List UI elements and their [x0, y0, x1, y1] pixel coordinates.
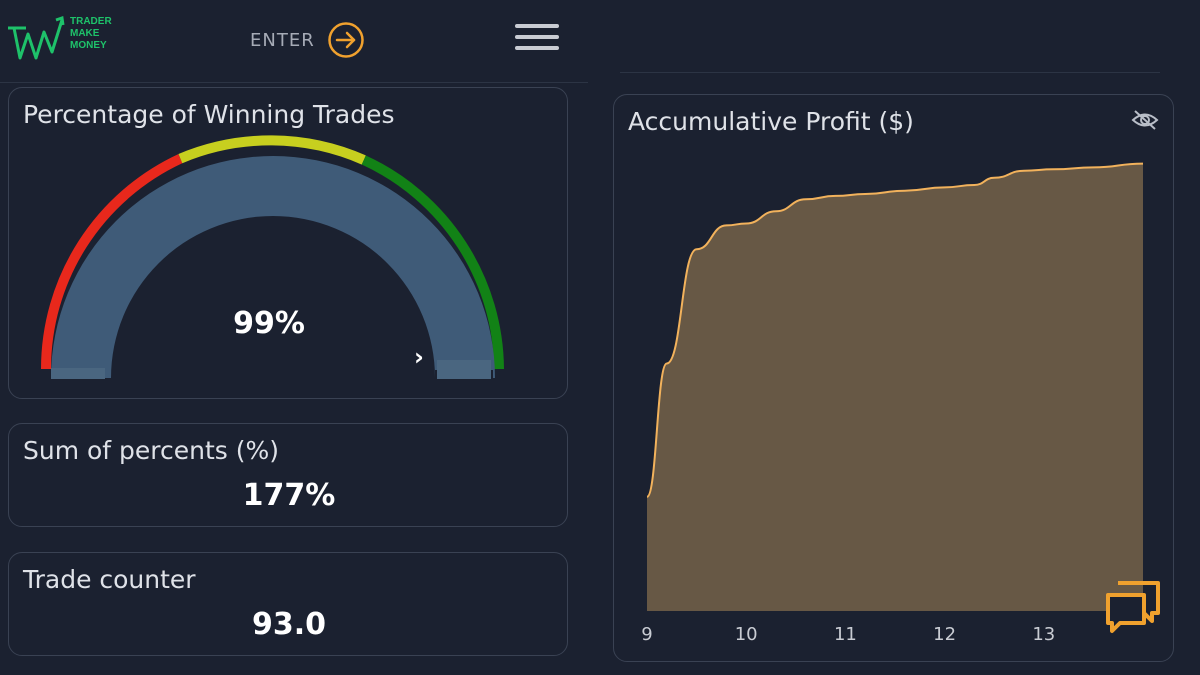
- hamburger-menu-icon[interactable]: [515, 24, 559, 56]
- logo-text: TRADER MAKE MONEY: [70, 16, 112, 51]
- winning-trades-gauge: [41, 135, 504, 379]
- gauge-pointer-icon: ›: [414, 343, 424, 371]
- logo-mark-icon: [8, 16, 65, 60]
- accumulative-profit-card: Accumulative Profit ($) 9 10 11 12 13: [613, 94, 1174, 662]
- header-divider: [620, 72, 1160, 73]
- enter-button[interactable]: ENTER: [250, 20, 365, 60]
- chat-bubbles-icon[interactable]: [1104, 579, 1162, 637]
- trade-counter-card: Trade counter 93.0: [8, 552, 568, 656]
- trade-counter-value: 93.0: [251, 607, 327, 642]
- trade-counter-title: Trade counter: [23, 565, 196, 594]
- profit-area-fill: [647, 163, 1143, 611]
- gauge-fill-band: [51, 156, 495, 378]
- gauge-right-foot: [437, 360, 491, 379]
- gauge-value: 99%: [233, 306, 305, 341]
- winning-trades-card: Percentage of Winning Trades 99% ›: [8, 87, 568, 399]
- x-tick-label: 12: [933, 624, 956, 645]
- arrow-right-circle-icon: [327, 21, 365, 59]
- brand-logo[interactable]: TRADER MAKE MONEY: [6, 14, 116, 66]
- enter-label: ENTER: [250, 29, 315, 51]
- profit-area-chart: 9 10 11 12 13: [641, 162, 1144, 645]
- x-tick-label: 11: [834, 624, 857, 645]
- x-tick-label: 13: [1032, 624, 1055, 645]
- top-bar: TRADER MAKE MONEY ENTER: [0, 0, 588, 83]
- gauge-left-foot: [51, 368, 105, 379]
- sum-of-percents-card: Sum of percents (%) 177%: [8, 423, 568, 527]
- sum-of-percents-value: 177%: [242, 478, 336, 513]
- x-tick-label: 10: [735, 624, 758, 645]
- x-tick-label: 9: [641, 624, 652, 645]
- sum-of-percents-title: Sum of percents (%): [23, 436, 280, 465]
